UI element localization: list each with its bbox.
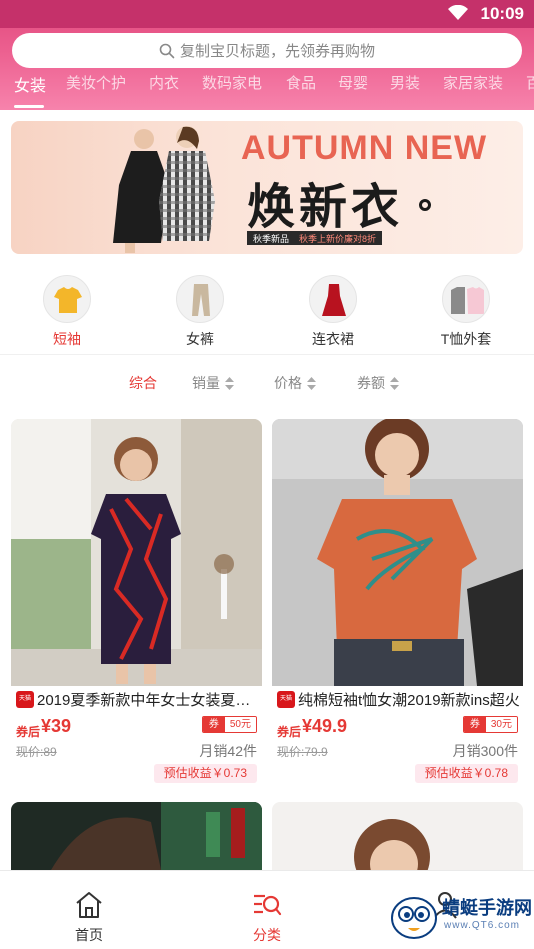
dragonfly-logo-icon (391, 897, 437, 939)
tab-active-indicator (14, 105, 44, 108)
tmall-badge: 天猫 (277, 691, 295, 708)
banner-title: AUTUMN NEW (241, 129, 488, 167)
sort-coupon[interactable]: 券额 (357, 373, 399, 393)
product-title-text: 纯棉短袖t恤女潮2019新款ins超火 (298, 692, 520, 709)
search-icon (159, 43, 175, 58)
price-value: ¥39 (41, 716, 72, 736)
nav-category[interactable]: 分类 (227, 889, 307, 945)
meta-row: 现价:79.9 月销300件 (272, 741, 523, 763)
price-label: 券后 (277, 725, 302, 739)
status-bar: 10:09 (0, 0, 534, 28)
category-label: 短袖 (53, 331, 81, 347)
banner-strip-left: 秋季新品 (253, 234, 290, 244)
tab-digital[interactable]: 数码家电 (202, 72, 262, 93)
tmall-badge: 天猫 (16, 691, 34, 708)
watermark-url: www.QT6.com (444, 920, 521, 931)
home-icon (76, 892, 102, 918)
sort-label: 价格 (274, 375, 302, 391)
banner-strip: 秋季新品 秋季上新价廉对8折 (247, 231, 383, 245)
price-row: 券后 ¥49.9 券 30元 (272, 716, 523, 740)
product-card-preview[interactable] (11, 802, 262, 870)
price-label: 券后 (16, 725, 41, 739)
coupon-badge[interactable]: 券 30元 (462, 716, 518, 733)
tab-food[interactable]: 食品 (286, 72, 316, 93)
sort-arrows-icon (225, 376, 234, 390)
monthly-sales: 月销42件 (199, 743, 257, 759)
category-label: T恤外套 (440, 331, 492, 347)
jacket-icon (442, 275, 490, 323)
coupon-tag: 券 (463, 717, 486, 732)
product-card[interactable]: 天猫 纯棉短袖t恤女潮2019新款ins超火 券后 ¥49.9 券 30元 现价… (272, 419, 523, 786)
banner-dot (419, 199, 431, 211)
wifi-icon (448, 5, 468, 20)
tab-womens[interactable]: 女装 (14, 72, 46, 96)
tab-beauty[interactable]: 美妆个护 (66, 72, 126, 93)
coupon-badge[interactable]: 券 50元 (201, 716, 257, 733)
category-search-icon (254, 894, 282, 916)
tab-mens[interactable]: 男装 (390, 72, 420, 93)
nav-label: 分类 (253, 927, 281, 943)
sort-overall[interactable]: 综合 (129, 373, 157, 393)
product-card-preview[interactable] (272, 802, 523, 870)
coupon-amount: 50元 (224, 717, 256, 732)
banner-subtitle: 焕新衣 (247, 181, 404, 234)
price-value: ¥49.9 (302, 716, 348, 736)
sort-label: 销量 (192, 375, 220, 391)
sort-label: 券额 (357, 375, 385, 391)
sort-label: 综合 (129, 375, 157, 391)
earn-row: 预估收益￥0.78 (272, 764, 523, 786)
sort-arrows-icon (307, 376, 316, 390)
product-title: 天猫 纯棉短袖t恤女潮2019新款ins超火 (272, 689, 523, 710)
price-row: 券后 ¥39 券 50元 (11, 716, 262, 740)
category-pants[interactable]: 女裤 (155, 275, 245, 349)
meta-row: 现价:89 月销42件 (11, 741, 262, 763)
earn-row: 预估收益￥0.73 (11, 764, 262, 786)
product-image (11, 419, 262, 686)
nav-label: 首页 (75, 927, 103, 943)
search-placeholder: 复制宝贝标题，先领券再购物 (179, 43, 375, 60)
product-title-text: 2019夏季新款中年女士女装夏季连衣裙 (37, 692, 262, 709)
category-label: 连衣裙 (312, 331, 354, 347)
sort-arrows-icon (390, 376, 399, 390)
coupon-amount: 30元 (485, 717, 517, 732)
dress-icon (309, 275, 357, 323)
pants-icon (176, 275, 224, 323)
estimated-earnings: 预估收益￥0.78 (414, 764, 518, 783)
product-title: 天猫 2019夏季新款中年女士女装夏季连衣裙 (11, 689, 262, 710)
watermark: 蜻蜓手游网 www.QT6.com (388, 882, 534, 949)
app-header: 10:09 复制宝贝标题，先领券再购物 女装 美妆个护 内衣 数码家电 食品 母… (0, 0, 534, 110)
tab-home[interactable]: 家居家装 (443, 72, 503, 93)
tab-baby[interactable]: 母婴 (338, 72, 368, 93)
original-price: 现价:79.9 (277, 745, 328, 759)
estimated-earnings: 预估收益￥0.73 (153, 764, 257, 783)
sort-price[interactable]: 价格 (274, 373, 316, 393)
category-label: 女裤 (186, 331, 214, 347)
banner-model-image-2 (159, 126, 215, 241)
coupon-tag: 券 (202, 717, 225, 732)
product-card[interactable]: 天猫 2019夏季新款中年女士女装夏季连衣裙 券后 ¥39 券 50元 现价:8… (11, 419, 262, 786)
divider (0, 354, 534, 355)
category-short-sleeve[interactable]: 短袖 (22, 275, 112, 349)
banner-strip-right: 秋季上新价廉对8折 (299, 234, 377, 244)
search-input[interactable]: 复制宝贝标题，先领券再购物 (12, 33, 522, 68)
sort-sales[interactable]: 销量 (192, 373, 234, 393)
nav-home[interactable]: 首页 (49, 889, 129, 945)
category-tabs: 女装 美妆个护 内衣 数码家电 食品 母婴 男装 家居家装 百 (0, 70, 534, 108)
category-dress[interactable]: 连衣裙 (288, 275, 378, 349)
original-price: 现价:89 (16, 745, 57, 759)
watermark-text: 蜻蜓手游网 (442, 898, 532, 918)
monthly-sales: 月销300件 (452, 743, 518, 759)
tab-underwear[interactable]: 内衣 (149, 72, 179, 93)
category-tshirt-jacket[interactable]: T恤外套 (421, 275, 511, 349)
product-image (272, 419, 523, 686)
tab-more[interactable]: 百 (526, 72, 534, 93)
promo-banner[interactable]: AUTUMN NEW 焕新衣 秋季新品 秋季上新价廉对8折 (11, 121, 523, 254)
tshirt-icon (43, 275, 91, 323)
status-time: 10:09 (480, 4, 524, 23)
